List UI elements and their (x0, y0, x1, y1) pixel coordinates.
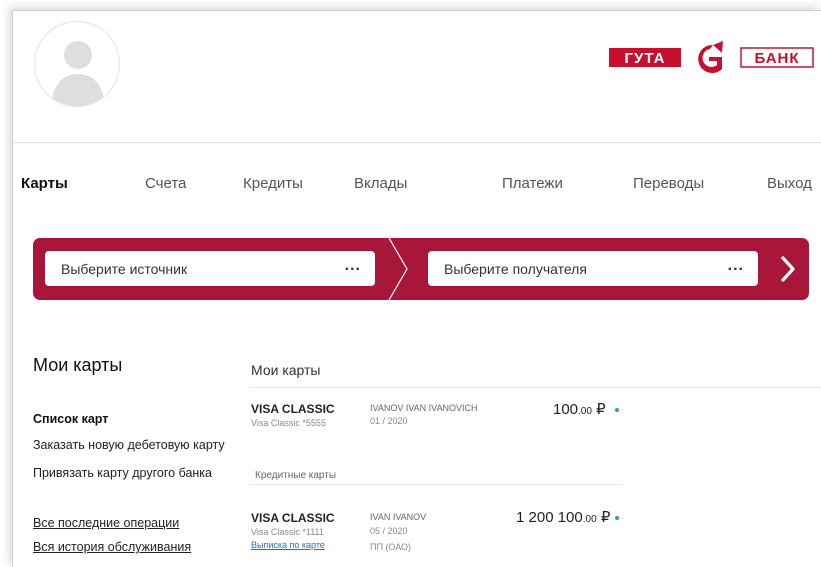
bank-logo[interactable]: ГУТА БАНК (609, 39, 814, 75)
panel-title: Мои карты (251, 362, 321, 378)
source-selector-label: Выберите источник (61, 261, 188, 277)
chevron-right-icon[interactable] (779, 255, 797, 283)
avatar[interactable] (34, 21, 120, 107)
card-balance: 1 200 100.00 ₽ (516, 509, 611, 526)
user-silhouette-icon (51, 41, 105, 106)
card-balance: 100.00 ₽ (553, 401, 606, 418)
sidebar-item-order-debit-card[interactable]: Заказать новую дебетовую карту (33, 438, 225, 452)
recipient-more-icon[interactable]: ... (728, 257, 744, 275)
card-expiry: 05 / 2020 (370, 526, 408, 536)
transfer-bar: Выберите источник ... Выберите получател… (33, 238, 809, 300)
nav-item-transfers[interactable]: Переводы (633, 175, 704, 192)
chevron-separator-icon (388, 238, 408, 300)
logo-left-text: ГУТА (625, 50, 666, 67)
source-selector[interactable]: Выберите источник ... (45, 251, 375, 286)
nav-item-logout[interactable]: Выход (767, 175, 812, 192)
source-more-icon[interactable]: ... (345, 257, 361, 275)
card-name: VISA CLASSIC (251, 511, 335, 525)
card-number: Visa Classic *5555 (251, 418, 326, 428)
nav-item-payments[interactable]: Платежи (502, 175, 563, 192)
divider (251, 387, 821, 388)
recipient-selector[interactable]: Выберите получателя ... (428, 251, 758, 286)
card-number: Visa Classic *1111 (251, 527, 324, 537)
sidebar-link-recent-operations[interactable]: Все последние операции (33, 516, 179, 530)
sidebar-item-link-other-bank-card[interactable]: Привязать карту другого банка (33, 466, 212, 480)
nav-item-deposits[interactable]: Вклады (354, 175, 407, 192)
header: ГУТА БАНК (13, 11, 821, 143)
card-type: ПП (ОАО) (370, 542, 412, 552)
card-name: VISA CLASSIC (251, 402, 335, 416)
nav-item-credits[interactable]: Кредиты (243, 175, 303, 192)
card-holder: IVANOV IVAN IVANOVICH (370, 403, 478, 413)
recipient-selector-label: Выберите получателя (444, 261, 587, 277)
status-dot-icon (615, 408, 619, 412)
sidebar-item-card-list[interactable]: Список карт (33, 412, 108, 426)
sidebar-link-service-history[interactable]: Вся история обслуживания (33, 540, 191, 554)
main-nav: Карты Счета Кредиты Вклады Платежи Перев… (13, 171, 821, 201)
divider (251, 484, 621, 485)
nav-item-accounts[interactable]: Счета (145, 175, 186, 192)
credit-cards-section-label: Кредитные карты (255, 470, 337, 481)
sidebar-title: Мои карты (33, 355, 123, 375)
nav-item-cards[interactable]: Карты (21, 175, 68, 192)
app-window: ГУТА БАНК Карты Счета Кредиты Вклады Пла… (12, 10, 821, 567)
card-expiry: 01 / 2020 (370, 416, 408, 426)
status-dot-icon (615, 516, 619, 520)
card-holder: IVAN IVANOV (370, 512, 427, 522)
card-statement-link[interactable]: Выписка по карте (251, 540, 325, 550)
logo-right-text: БАНК (754, 50, 799, 67)
